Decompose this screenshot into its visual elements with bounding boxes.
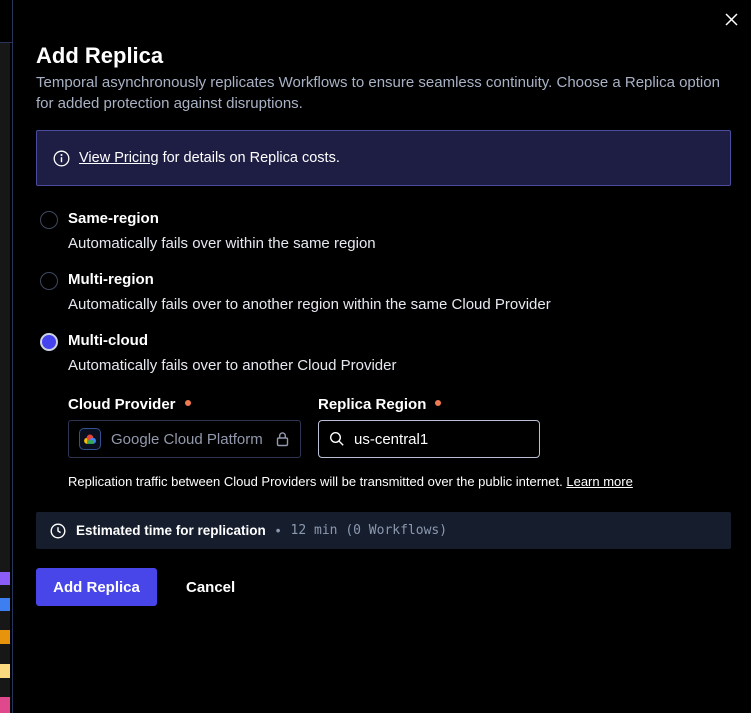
view-pricing-link[interactable]: View Pricing [79, 150, 159, 166]
cancel-button[interactable]: Cancel [176, 568, 245, 606]
replica-region-field [318, 420, 540, 458]
radio-same-region[interactable] [40, 211, 58, 229]
cloud-provider-value: Google Cloud Platform [111, 431, 263, 448]
estimate-separator: • [276, 523, 281, 538]
cloud-provider-field: Google Cloud Platform [68, 420, 301, 458]
rail-chip-yellow [0, 664, 10, 678]
radio-multi-cloud[interactable] [40, 333, 58, 351]
estimate-value: 12 min (0 Workflows) [291, 523, 448, 538]
google-cloud-icon [79, 428, 101, 450]
replica-region-input[interactable] [354, 431, 514, 448]
search-icon [329, 431, 345, 447]
page-title: Add Replica [36, 43, 163, 69]
option-label[interactable]: Multi-region [68, 271, 154, 288]
lock-icon [275, 431, 290, 447]
radio-multi-region[interactable] [40, 272, 58, 290]
close-button[interactable] [721, 9, 741, 29]
add-replica-button[interactable]: Add Replica [36, 568, 157, 606]
rail-chip-pink [0, 697, 10, 713]
traffic-note: Replication traffic between Cloud Provid… [68, 474, 633, 489]
required-dot [185, 400, 191, 406]
required-dot [435, 400, 441, 406]
rail-chip-purple [0, 572, 10, 585]
info-circle-icon [53, 150, 70, 167]
learn-more-link[interactable]: Learn more [566, 474, 632, 489]
estimate-label: Estimated time for replication [76, 523, 266, 538]
option-description: Automatically fails over to another regi… [68, 296, 551, 313]
modal-description: Temporal asynchronously replicates Workf… [36, 72, 736, 114]
close-icon [724, 12, 739, 27]
replica-region-label: Replica Region [318, 396, 441, 413]
pricing-banner-text: View Pricing for details on Replica cost… [79, 150, 340, 166]
option-description: Automatically fails over within the same… [68, 235, 376, 252]
option-label[interactable]: Same-region [68, 210, 159, 227]
clock-icon [50, 523, 66, 539]
rail-chip-blue [0, 598, 10, 611]
backdrop-rail [0, 43, 10, 713]
backdrop-horizontal-border [0, 42, 13, 43]
estimate-banner: Estimated time for replication • 12 min … [36, 512, 731, 549]
cloud-provider-label: Cloud Provider [68, 396, 191, 413]
backdrop-vertical-border [12, 0, 13, 713]
option-description: Automatically fails over to another Clou… [68, 357, 397, 374]
rail-chip-orange [0, 630, 10, 644]
option-label[interactable]: Multi-cloud [68, 332, 148, 349]
pricing-info-banner: View Pricing for details on Replica cost… [36, 130, 731, 186]
add-replica-modal: Add Replica Temporal asynchronously repl… [0, 0, 751, 713]
